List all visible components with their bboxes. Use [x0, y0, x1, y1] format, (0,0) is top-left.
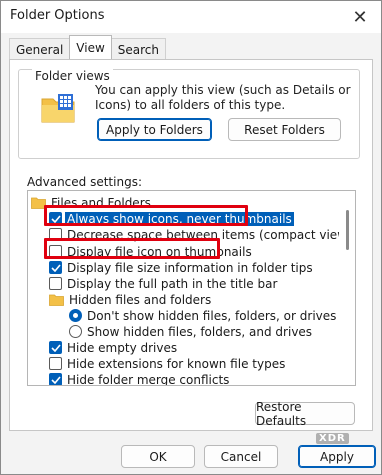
checkbox[interactable]: [49, 277, 62, 290]
checkbox[interactable]: [49, 341, 62, 354]
apply-button[interactable]: Apply: [298, 445, 376, 468]
annotation-highlight-box: [44, 205, 248, 226]
list-item-label: Show hidden files, folders, and drives: [87, 324, 313, 339]
folder-view-icon: [41, 94, 75, 123]
list-item-label: Display file size information in folder …: [67, 260, 313, 275]
list-item-label: Don't show hidden files, folders, or dri…: [87, 308, 337, 323]
title-bar: Folder Options ✕: [1, 1, 381, 33]
checkmark-icon: [50, 375, 61, 384]
list-item-hidden-files-folder: Hidden files and folders: [49, 291, 211, 308]
list-item-label: Hidden files and folders: [69, 292, 212, 307]
folder-options-dialog: Folder Options ✕ General View Search Fol…: [0, 0, 382, 475]
radio-button[interactable]: [69, 325, 82, 338]
tab-strip: General View Search: [9, 35, 167, 60]
checkbox[interactable]: [49, 373, 62, 385]
list-item-show-hidden[interactable]: Show hidden files, folders, and drives: [69, 323, 312, 340]
checkbox[interactable]: [49, 357, 62, 370]
list-item-hide-merge-conflicts[interactable]: Hide folder merge conflicts: [49, 371, 230, 386]
window-title: Folder Options: [10, 8, 105, 23]
folder-views-description: You can apply this view (such as Details…: [95, 83, 351, 112]
list-item-display-file-size[interactable]: Display file size information in folder …: [49, 259, 313, 276]
tab-view[interactable]: View: [69, 35, 112, 59]
folder-views-label: Folder views: [32, 69, 113, 83]
checkmark-icon: [50, 343, 61, 352]
radio-button[interactable]: [69, 309, 82, 322]
list-item-dont-show-hidden[interactable]: Don't show hidden files, folders, or dri…: [69, 307, 336, 324]
watermark-logo: XDR: [316, 433, 349, 444]
advanced-settings-label: Advanced settings:: [27, 175, 142, 189]
checkmark-icon: [50, 263, 61, 272]
ok-button[interactable]: OK: [121, 445, 195, 468]
list-item-label: Display the full path in the title bar: [67, 276, 278, 291]
annotation-highlight-box: [44, 238, 220, 259]
list-item-display-full-path[interactable]: Display the full path in the title bar: [49, 275, 277, 292]
scrollbar-thumb[interactable]: [346, 210, 349, 250]
restore-defaults-button[interactable]: Restore Defaults: [255, 400, 355, 428]
list-item-label: Hide folder merge conflicts: [67, 372, 230, 386]
apply-to-folders-button[interactable]: Apply to Folders: [97, 118, 212, 141]
list-item-label: Hide empty drives: [67, 340, 178, 355]
close-button[interactable]: ✕: [343, 3, 377, 31]
reset-folders-button[interactable]: Reset Folders: [228, 118, 341, 141]
list-item-hide-extensions[interactable]: Hide extensions for known file types: [49, 355, 285, 372]
tab-search[interactable]: Search: [110, 38, 167, 60]
list-item-hide-empty-drives[interactable]: Hide empty drives: [49, 339, 177, 356]
tab-general[interactable]: General: [9, 38, 71, 60]
list-item-label: Hide extensions for known file types: [67, 356, 286, 371]
folder-icon: [49, 294, 64, 306]
cancel-button[interactable]: Cancel: [204, 445, 278, 468]
checkbox[interactable]: [49, 261, 62, 274]
vertical-scrollbar[interactable]: [339, 191, 355, 385]
close-icon: ✕: [352, 6, 368, 28]
